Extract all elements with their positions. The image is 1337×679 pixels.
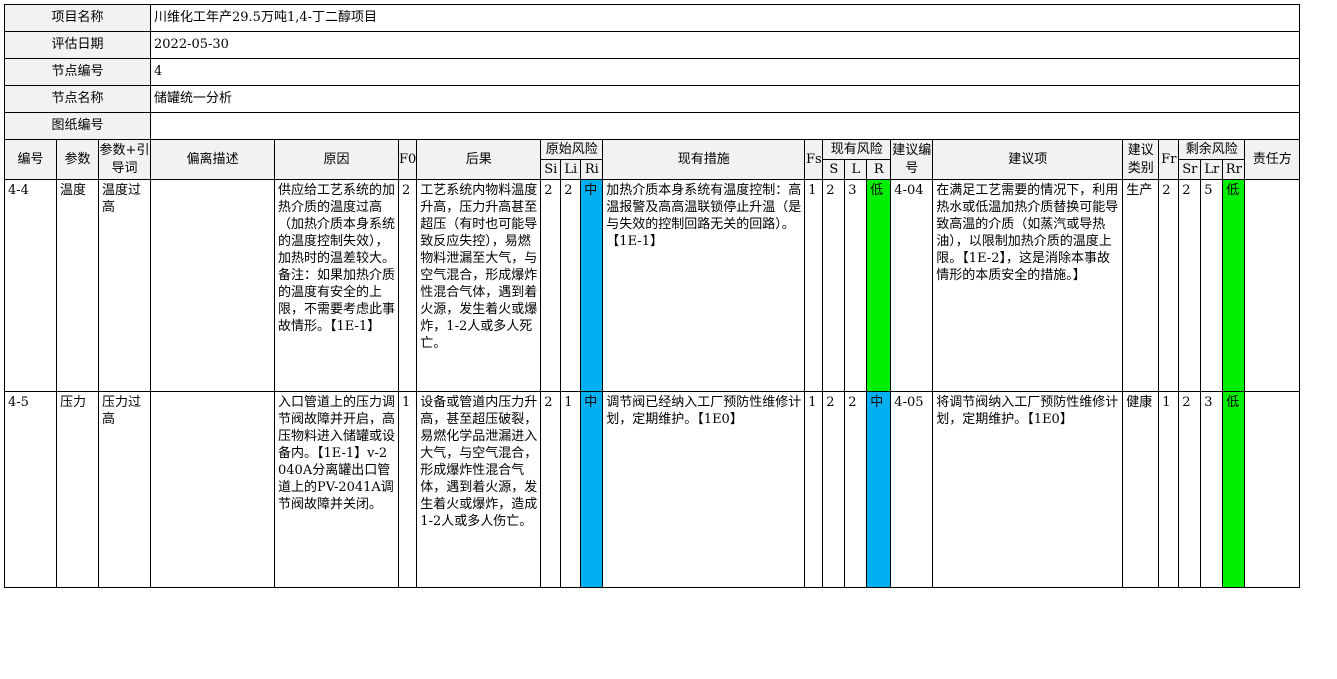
header-sr: Sr bbox=[1178, 159, 1202, 180]
row-no: 4-4 bbox=[4, 179, 57, 392]
header-rr: Rr bbox=[1222, 159, 1246, 180]
header-li: Li bbox=[560, 159, 582, 180]
header-measures: 现有措施 bbox=[602, 139, 806, 180]
row-sug-type: 健康 bbox=[1122, 391, 1160, 588]
row-fr: 1 bbox=[1158, 391, 1180, 588]
row-ri: 中 bbox=[580, 391, 604, 588]
row-r: 中 bbox=[866, 391, 892, 588]
row-param: 压力 bbox=[56, 391, 99, 588]
header-fr: Fr bbox=[1158, 139, 1180, 180]
row-sug-type: 生产 bbox=[1122, 179, 1160, 392]
table-row: 4-5 压力 压力过高 入口管道上的压力调节阀故障并开启，高压物料进入储罐或设备… bbox=[4, 391, 1301, 588]
nodename-value: 储罐统一分析 bbox=[149, 85, 1301, 113]
row-measures: 加热介质本身系统有温度控制：高温报警及高高温联锁停止升温（是与失效的控制回路无关… bbox=[602, 179, 806, 392]
row-measures: 调节阀已经纳入工厂预防性维修计划，定期维护。【1E0】 bbox=[602, 391, 806, 588]
row-s: 2 bbox=[822, 391, 846, 588]
row-sug-no: 4-04 bbox=[890, 179, 934, 392]
header-r: R bbox=[866, 159, 892, 180]
row-no: 4-5 bbox=[4, 391, 57, 588]
header-sug-no: 建议编号 bbox=[890, 139, 934, 180]
row-rr: 低 bbox=[1222, 179, 1246, 392]
row-li: 1 bbox=[560, 391, 582, 588]
header-deviation: 偏离描述 bbox=[150, 139, 275, 180]
row-owner bbox=[1244, 391, 1301, 588]
info-row-date: 评估日期 2022-05-30 bbox=[4, 31, 1301, 59]
header-lr: Lr bbox=[1200, 159, 1224, 180]
info-row-node: 节点编号 4 bbox=[4, 58, 1301, 86]
row-suggestion: 将调节阀纳入工厂预防性维修计划，定期维护。【1E0】 bbox=[932, 391, 1124, 588]
drawing-label: 图纸编号 bbox=[4, 112, 151, 140]
row-rr: 低 bbox=[1222, 391, 1246, 588]
info-row-drawing: 图纸编号 bbox=[4, 112, 1301, 140]
hazop-worksheet: 项目名称 川维化工年产29.5万吨1,4-丁二醇项目 评估日期 2022-05-… bbox=[4, 4, 1301, 588]
row-li: 2 bbox=[560, 179, 582, 392]
row-fs: 1 bbox=[804, 179, 824, 392]
table-row: 4-4 温度 温度过高 供应给工艺系统的加热介质的温度过高（加热介质本身系统的温… bbox=[4, 179, 1301, 392]
header-sug-type: 建议类别 bbox=[1122, 139, 1160, 180]
header-res-risk: 剩余风险 bbox=[1178, 139, 1246, 160]
header-s: S bbox=[822, 159, 846, 180]
header-cause: 原因 bbox=[274, 139, 399, 180]
date-value: 2022-05-30 bbox=[149, 31, 1301, 59]
row-s: 2 bbox=[822, 179, 846, 392]
row-param: 温度 bbox=[56, 179, 99, 392]
header-l: L bbox=[844, 159, 868, 180]
header-si: Si bbox=[540, 159, 562, 180]
row-fs: 1 bbox=[804, 391, 824, 588]
row-deviation bbox=[150, 391, 275, 588]
header-suggestion: 建议项 bbox=[932, 139, 1124, 180]
row-lr: 3 bbox=[1200, 391, 1224, 588]
hazop-table: 项目名称 川维化工年产29.5万吨1,4-丁二醇项目 评估日期 2022-05-… bbox=[4, 4, 1301, 588]
row-fr: 2 bbox=[1158, 179, 1180, 392]
row-cause: 入口管道上的压力调节阀故障并开启，高压物料进入储罐或设备内。【1E-1】v-20… bbox=[274, 391, 399, 588]
nodename-label: 节点名称 bbox=[4, 85, 151, 113]
info-row-project: 项目名称 川维化工年产29.5万吨1,4-丁二醇项目 bbox=[4, 4, 1301, 32]
row-owner bbox=[1244, 179, 1301, 392]
row-deviation bbox=[150, 179, 275, 392]
row-suggestion: 在满足工艺需要的情况下，利用热水或低温加热介质替换可能导致高温的介质（如蒸汽或导… bbox=[932, 179, 1124, 392]
header-row-1: 编号 参数 参数+引导词 偏离描述 原因 F0 后果 原始风险 现有措施 Fs … bbox=[4, 139, 1301, 180]
row-guide: 压力过高 bbox=[98, 391, 151, 588]
node-label: 节点编号 bbox=[4, 58, 151, 86]
row-si: 2 bbox=[540, 179, 562, 392]
row-f0: 1 bbox=[397, 391, 418, 588]
header-ri: Ri bbox=[580, 159, 604, 180]
date-label: 评估日期 bbox=[4, 31, 151, 59]
row-consequence: 工艺系统内物料温度升高，压力升高甚至超压（有时也可能导致反应失控），易燃物料泄漏… bbox=[416, 179, 542, 392]
header-no: 编号 bbox=[4, 139, 57, 180]
header-orig-risk: 原始风险 bbox=[540, 139, 604, 160]
header-guide: 参数+引导词 bbox=[98, 139, 151, 180]
header-owner: 责任方 bbox=[1244, 139, 1301, 180]
row-lr: 5 bbox=[1200, 179, 1224, 392]
row-l: 3 bbox=[844, 179, 868, 392]
header-consequence: 后果 bbox=[416, 139, 542, 180]
row-cause: 供应给工艺系统的加热介质的温度过高（加热介质本身系统的温度控制失效），加热时的温… bbox=[274, 179, 399, 392]
row-l: 2 bbox=[844, 391, 868, 588]
row-sug-no: 4-05 bbox=[890, 391, 934, 588]
row-sr: 2 bbox=[1178, 179, 1202, 392]
project-value: 川维化工年产29.5万吨1,4-丁二醇项目 bbox=[149, 4, 1301, 32]
header-f0: F0 bbox=[397, 139, 418, 180]
row-si: 2 bbox=[540, 391, 562, 588]
info-row-nodename: 节点名称 储罐统一分析 bbox=[4, 85, 1301, 113]
project-label: 项目名称 bbox=[4, 4, 151, 32]
header-param: 参数 bbox=[56, 139, 99, 180]
row-ri: 中 bbox=[580, 179, 604, 392]
row-r: 低 bbox=[866, 179, 892, 392]
row-consequence: 设备或管道内压力升高，甚至超压破裂，易燃化学品泄漏进入大气，与空气混合，形成爆炸… bbox=[416, 391, 542, 588]
row-f0: 2 bbox=[397, 179, 418, 392]
node-value: 4 bbox=[149, 58, 1301, 86]
row-sr: 2 bbox=[1178, 391, 1202, 588]
row-guide: 温度过高 bbox=[98, 179, 151, 392]
header-fs: Fs bbox=[804, 139, 824, 180]
header-cur-risk: 现有风险 bbox=[822, 139, 892, 160]
drawing-value bbox=[149, 112, 1301, 140]
